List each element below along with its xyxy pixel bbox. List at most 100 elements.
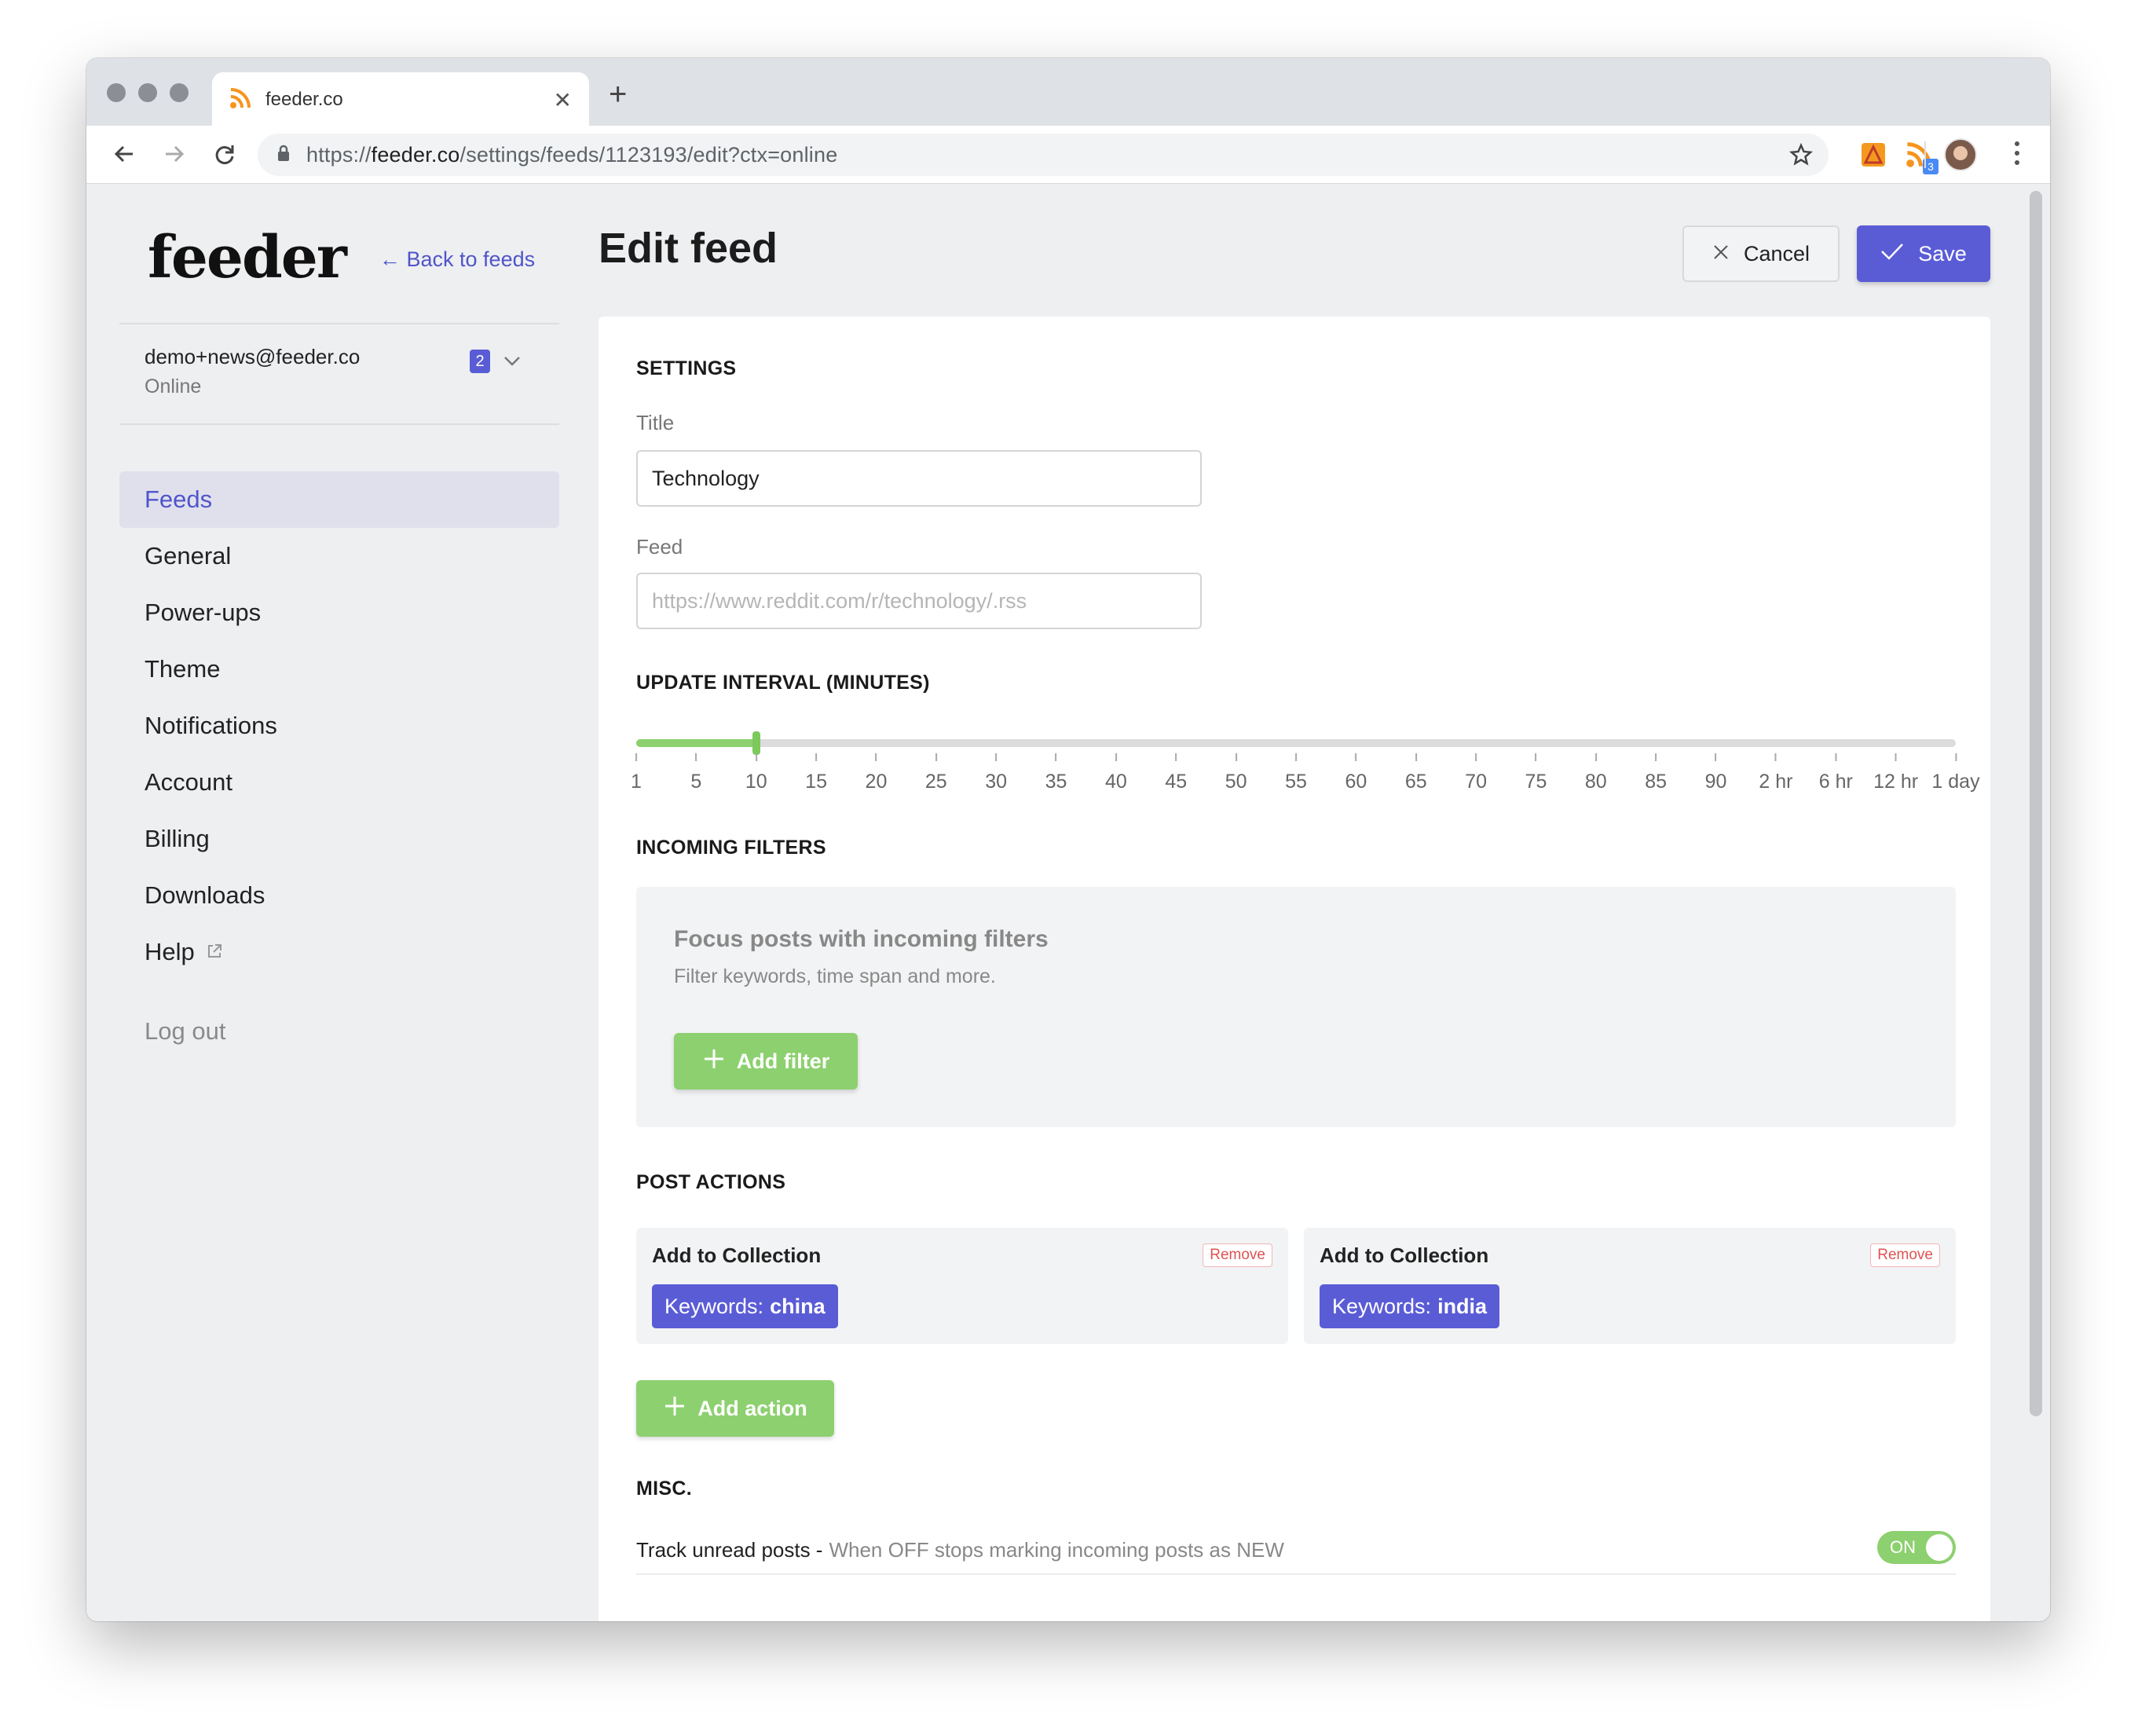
slider-tick: 5: [690, 753, 701, 793]
browser-tab[interactable]: feeder.co ✕: [212, 72, 589, 127]
slider-tick: 55: [1285, 753, 1307, 793]
tick-label: 12 hr: [1873, 771, 1919, 793]
browser-menu-icon[interactable]: [2015, 141, 2021, 165]
external-link-icon: [206, 938, 223, 966]
sidebar-divider: [119, 423, 559, 425]
tick-label: 75: [1525, 771, 1547, 793]
keyword-tag[interactable]: Keywords: india: [1320, 1284, 1500, 1328]
slider-tick: 50: [1225, 753, 1247, 793]
account-email[interactable]: demo+news@feeder.co: [145, 345, 360, 369]
post-action-card: Add to Collection Remove Keywords: china: [636, 1228, 1288, 1344]
logout-link[interactable]: Log out: [145, 1017, 225, 1046]
sidebar-divider: [119, 323, 559, 324]
update-interval-slider[interactable]: [636, 731, 1956, 755]
lock-icon: [276, 145, 291, 166]
keyword-tag[interactable]: Keywords: china: [652, 1284, 838, 1328]
sidebar-item-account[interactable]: Account: [119, 754, 559, 811]
back-arrow-icon[interactable]: [107, 137, 141, 171]
plus-icon: [663, 1394, 686, 1423]
tick-mark: [1055, 753, 1057, 761]
track-unread-description: When OFF stops marking incoming posts as…: [829, 1537, 1284, 1562]
tick-label: 85: [1645, 771, 1668, 793]
slider-tick: 35: [1045, 753, 1067, 793]
sidebar-item-billing[interactable]: Billing: [119, 811, 559, 867]
toggle-state-label: ON: [1890, 1537, 1916, 1557]
reload-icon[interactable]: [207, 137, 242, 171]
cancel-button[interactable]: Cancel: [1682, 225, 1840, 282]
feeder-logo[interactable]: feeder: [148, 224, 347, 291]
post-action-card: Add to Collection Remove Keywords: india: [1304, 1228, 1956, 1344]
sidebar-item-general[interactable]: General: [119, 528, 559, 584]
track-unread-label: Track unread posts -: [636, 1537, 823, 1562]
tick-label: 20: [865, 771, 888, 793]
track-unread-toggle[interactable]: ON: [1877, 1531, 1956, 1564]
add-action-button[interactable]: Add action: [636, 1380, 834, 1437]
sidebar-item-feeds[interactable]: Feeds: [119, 471, 559, 528]
post-actions-heading: POST ACTIONS: [636, 1171, 786, 1193]
remove-action-button[interactable]: Remove: [1870, 1243, 1940, 1267]
slider-tick: 6 hr: [1819, 753, 1853, 793]
sidebar-item-help[interactable]: Help: [119, 924, 559, 980]
slider-tick: 45: [1165, 753, 1187, 793]
slider-tick: 20: [865, 753, 888, 793]
extension-triangle-icon[interactable]: [1858, 140, 1888, 170]
checkmark-icon: [1880, 242, 1904, 266]
slider-tick: 70: [1465, 753, 1487, 793]
sidebar-item-power-ups[interactable]: Power-ups: [119, 584, 559, 641]
back-to-feeds-link[interactable]: ← Back to feeds: [379, 247, 535, 272]
url-text: https://feeder.co/settings/feeds/1123193…: [306, 142, 838, 167]
title-input[interactable]: Technology: [636, 450, 1202, 507]
save-button[interactable]: Save: [1857, 225, 1990, 282]
feed-url-input[interactable]: https://www.reddit.com/r/technology/.rss: [636, 573, 1202, 629]
plus-icon: [702, 1047, 726, 1076]
window-close-dot[interactable]: [107, 83, 126, 102]
page-scrollbar[interactable]: [2030, 191, 2042, 1416]
account-status: Online: [145, 375, 202, 397]
slider-tick: 65: [1405, 753, 1427, 793]
tick-mark: [875, 753, 877, 761]
sidebar-item-theme[interactable]: Theme: [119, 641, 559, 698]
settings-heading: SETTINGS: [636, 357, 737, 379]
window-zoom-dot[interactable]: [170, 83, 189, 102]
feeder-extension-icon[interactable]: 3: [1904, 140, 1938, 174]
tick-label: 70: [1465, 771, 1487, 793]
tick-label: 1 day: [1931, 771, 1980, 793]
sidebar-nav: Feeds General Power-ups Theme Notificati…: [119, 471, 559, 980]
address-bar[interactable]: https://feeder.co/settings/feeds/1123193…: [258, 134, 1829, 176]
tab-close-icon[interactable]: ✕: [554, 87, 572, 113]
tick-mark: [815, 753, 818, 761]
slider-handle[interactable]: [752, 731, 760, 755]
forward-arrow-icon[interactable]: [157, 137, 192, 171]
tick-label: 6 hr: [1818, 771, 1853, 793]
browser-window: feeder.co ✕ + https://feeder.co/settings…: [86, 58, 2050, 1621]
window-minimize-dot[interactable]: [138, 83, 157, 102]
remove-action-button[interactable]: Remove: [1203, 1243, 1272, 1267]
edit-feed-card: SETTINGS Title Technology Feed https://w…: [599, 317, 1990, 1621]
tick-mark: [1594, 753, 1597, 761]
account-count-badge: 2: [470, 350, 490, 373]
slider-tick: 15: [805, 753, 827, 793]
tick-mark: [1295, 753, 1297, 761]
sidebar-item-downloads[interactable]: Downloads: [119, 867, 559, 924]
tick-mark: [995, 753, 998, 761]
tick-mark: [1175, 753, 1177, 761]
chevron-down-icon[interactable]: [503, 351, 522, 374]
new-tab-icon[interactable]: +: [609, 79, 627, 110]
sidebar-item-notifications[interactable]: Notifications: [119, 698, 559, 754]
tick-mark: [695, 753, 697, 761]
tick-label: 2 hr: [1759, 771, 1793, 793]
tick-label: 55: [1285, 771, 1307, 793]
tick-label: 30: [985, 771, 1008, 793]
tab-title: feeder.co: [265, 89, 343, 110]
tick-mark: [1715, 753, 1717, 761]
tick-label: 5: [690, 771, 702, 793]
add-filter-button[interactable]: Add filter: [674, 1033, 858, 1090]
tick-mark: [1115, 753, 1117, 761]
slider-tick: 2 hr: [1759, 753, 1792, 793]
bookmark-star-icon[interactable]: [1788, 142, 1814, 170]
title-label: Title: [636, 411, 675, 434]
slider-ticks: 1 5 10 15 20 25 30 35 40 45 50 55 60 65 70 75 80 85 90 2 hr…: [631, 753, 1980, 800]
profile-avatar[interactable]: [1944, 138, 1977, 171]
tick-mark: [1415, 753, 1417, 761]
slider-tick: 1 day: [1931, 753, 1980, 793]
